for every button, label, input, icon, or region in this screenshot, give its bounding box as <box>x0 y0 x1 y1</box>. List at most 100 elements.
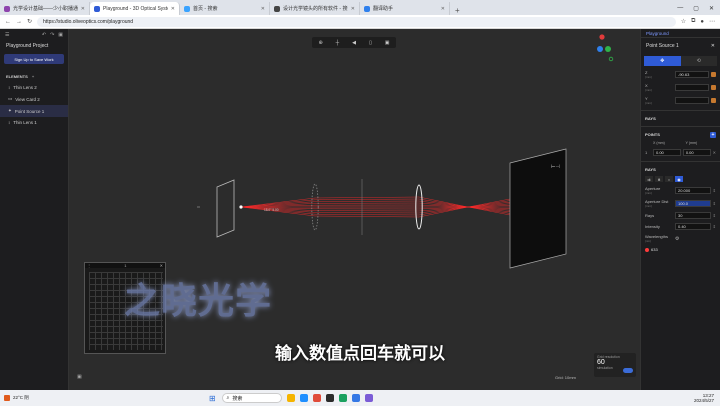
view-tool-button[interactable]: ▯ <box>369 40 372 46</box>
point-y-input[interactable]: 0.00 <box>682 149 711 156</box>
view-tool-button[interactable]: ⊕ <box>318 40 322 46</box>
tab-favicon-icon <box>364 5 370 12</box>
lock-icon[interactable] <box>711 98 716 103</box>
profile-icon[interactable]: ● <box>700 19 704 25</box>
stepper-icon[interactable]: ⇕ <box>713 188 716 193</box>
tab-close-icon[interactable]: ✕ <box>171 6 175 12</box>
close-mini-icon[interactable]: ✕ <box>160 263 163 268</box>
ray-type-fan[interactable]: ⋔ <box>655 176 663 182</box>
clock[interactable]: 13:27 2024/5/27 <box>694 393 714 403</box>
position-input[interactable] <box>675 84 709 91</box>
taskbar-search[interactable]: ⌕ 搜索 <box>221 393 282 403</box>
wechat-icon[interactable] <box>338 394 347 402</box>
stepper-icon[interactable]: ⇕ <box>713 224 716 229</box>
minimize-icon[interactable]: — <box>677 5 683 12</box>
terminal-icon[interactable] <box>325 394 334 402</box>
extensions-icon[interactable]: ⧉ <box>691 18 695 25</box>
stepper-icon[interactable]: ⇕ <box>713 201 716 206</box>
ray-param-label-block: Intensity <box>645 224 673 229</box>
camera-icon[interactable]: ▣ <box>77 374 82 380</box>
window-controls: — ▢ ✕ <box>671 5 720 15</box>
viewport[interactable]: ⊢⊣ 18.0° 5.00 ⊕ ┼ ◀ ▯ ▣ ⋮ 1 ✕ Grid resoluti <box>69 29 640 390</box>
tab-close-icon[interactable]: ✕ <box>351 6 355 12</box>
watermark: 之晓光学 <box>124 280 273 321</box>
point-x-input[interactable]: 0.00 <box>653 149 681 156</box>
ray-param-unit: (mm) <box>645 204 652 208</box>
position-input[interactable]: -90.63 <box>675 71 709 78</box>
rays-section-header: RAYS <box>641 110 720 123</box>
browser-tab[interactable]: Playground - 3D Optical System D✕ <box>90 2 180 15</box>
orientation-gizmo[interactable] <box>596 33 614 63</box>
sign-up-button[interactable]: Sign Up to Save Work <box>4 54 64 64</box>
menu-icon[interactable]: ⋯ <box>709 18 715 25</box>
tab-title: Playground - 3D Optical System D <box>103 5 168 12</box>
grip-icon[interactable]: ⋮ <box>87 263 91 268</box>
simulation-toggle[interactable] <box>623 368 633 373</box>
browser-tab[interactable]: 设计光学镜头的所有软件 - 搜狐 ✕ <box>270 2 360 15</box>
remove-point-icon[interactable]: ✕ <box>713 150 716 155</box>
ray-param-input[interactable]: 20.000 <box>675 187 711 194</box>
add-element-button[interactable]: + <box>32 74 34 79</box>
element-item[interactable]: ✦ Point Source 1 <box>0 105 68 117</box>
move-mode-button[interactable]: ✥ <box>644 56 681 66</box>
url-field[interactable]: https://studio.oliveoptics.com/playgroun… <box>37 16 676 27</box>
weather-text[interactable]: 22°C 阴 <box>13 395 29 401</box>
element-name: View Card 2 <box>15 96 40 102</box>
hamburger-icon[interactable]: ☰ <box>5 32 9 38</box>
edge-icon[interactable] <box>299 394 308 402</box>
tab-close-icon[interactable]: ✕ <box>261 6 265 12</box>
store-icon[interactable] <box>351 394 360 402</box>
position-label-block: Y (mm) <box>645 96 673 105</box>
tab-close-icon[interactable]: ✕ <box>441 6 445 12</box>
lock-icon[interactable] <box>711 72 716 77</box>
ray-param-input[interactable]: 0.40 <box>675 223 711 230</box>
ray-param-input[interactable]: 100.0 <box>675 200 711 207</box>
weather-icon <box>4 395 10 401</box>
ray-param-input[interactable]: 30 <box>675 212 711 219</box>
view-toolbar: ⊕ ┼ ◀ ▯ ▣ <box>312 37 396 48</box>
tab-title: 翻译助手 <box>373 6 394 12</box>
chrome-icon[interactable] <box>312 394 321 402</box>
ray-type-parallel[interactable]: ⇉ <box>645 176 653 182</box>
windows-start-icon[interactable]: ⊞ <box>209 394 216 403</box>
back-icon[interactable]: ← <box>5 19 11 25</box>
browser-tab[interactable]: 光学设计基础——少小职播通出示✕ <box>0 2 90 15</box>
rotate-mode-button[interactable]: ⟲ <box>680 56 717 66</box>
browser-tab[interactable]: 首页 - 搜索 ✕ <box>180 2 270 15</box>
maximize-icon[interactable]: ▢ <box>693 5 699 12</box>
point-col-y: Y (mm) <box>685 141 698 145</box>
ray-type-grid[interactable]: ◉ <box>675 176 683 182</box>
redo-icon[interactable]: ↷ <box>50 32 54 38</box>
wavelength-value-row: 633 <box>641 245 720 254</box>
star-icon[interactable]: ☆ <box>681 18 686 25</box>
reload-icon[interactable]: ↻ <box>27 18 32 25</box>
app-icon[interactable] <box>364 394 373 402</box>
browser-tab[interactable]: 翻译助手 ✕ <box>360 2 450 15</box>
close-window-icon[interactable]: ✕ <box>709 5 714 12</box>
element-item[interactable]: ↕ Thin Lens 1 <box>0 117 68 128</box>
app-area: ☰ ↶ ↷ ▣ Playground Project Sign Up to Sa… <box>0 29 720 390</box>
forward-icon[interactable]: → <box>16 19 22 25</box>
position-unit: (mm) <box>645 75 652 79</box>
undo-icon[interactable]: ↶ <box>42 32 46 38</box>
position-unit: (mm) <box>645 88 652 92</box>
element-item[interactable]: ▭ View Card 2 <box>0 93 68 105</box>
tab-close-icon[interactable]: ✕ <box>81 6 85 12</box>
add-point-button[interactable]: + <box>710 132 716 138</box>
lock-icon[interactable] <box>711 85 716 90</box>
element-item[interactable]: ↕ Thin Lens 2 <box>0 82 68 93</box>
wavelength-color-swatch[interactable] <box>645 247 649 252</box>
position-input[interactable] <box>675 97 709 104</box>
ray-type-ring[interactable]: ○ <box>665 176 673 182</box>
view-tool-button[interactable]: ◀ <box>352 40 356 46</box>
file-explorer-icon[interactable] <box>286 394 295 402</box>
position-row: X (mm) <box>641 81 720 94</box>
new-tab-button[interactable]: + <box>450 6 465 15</box>
view-tool-button[interactable]: ▣ <box>385 40 390 46</box>
view-tool-button[interactable]: ┼ <box>336 40 340 46</box>
stepper-icon[interactable]: ⇕ <box>713 213 716 218</box>
close-inspector-button[interactable]: ✕ <box>711 43 715 49</box>
layout-icon[interactable]: ▣ <box>58 32 63 38</box>
wavelength-settings-icon[interactable]: ⚙ <box>675 236 679 242</box>
tab-playground[interactable]: Playground <box>641 29 720 38</box>
